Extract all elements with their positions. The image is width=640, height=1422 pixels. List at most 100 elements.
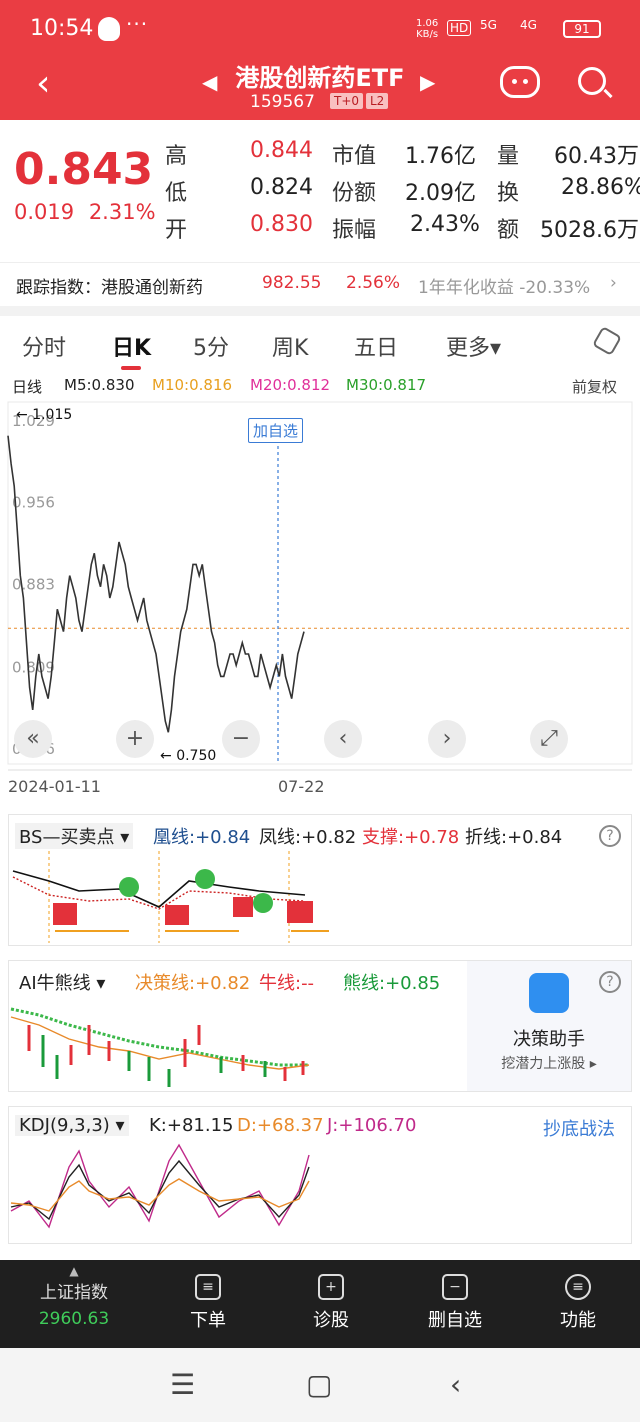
top-bar: 10:54 ··· 1.06 KB/s HD 5G 4G 91 ‹ ◀ 港股创新药…	[0, 0, 640, 120]
volume-value: 60.43万	[554, 144, 639, 169]
ma30-value: M30:0.817	[346, 376, 427, 394]
decision-assistant-title: 决策助手	[513, 1029, 585, 1050]
amount-value: 5028.6万	[540, 218, 639, 243]
market-cap-value: 1.76亿	[405, 144, 476, 169]
bs-line-4: 折线:+0.84	[465, 827, 563, 848]
ma-legend: 日线 M5:0.830 M10:0.816 M20:0.812 M30:0.81…	[0, 374, 640, 398]
function-button[interactable]: ≡ 功能	[528, 1274, 628, 1332]
tracking-value: 982.55	[262, 273, 322, 293]
quote-panel: 0.843 0.019 2.31% 高 0.844 市值 1.76亿 量 60.…	[0, 120, 640, 260]
remove-icon: −	[442, 1274, 468, 1300]
current-price: 0.843	[14, 144, 154, 195]
nav-home-icon[interactable]: ▢	[306, 1368, 332, 1401]
index-ticker[interactable]: ▲ 上证指数 2960.63	[24, 1264, 124, 1329]
zoom-out-fast-icon[interactable]: «	[14, 720, 52, 758]
next-stock-icon[interactable]: ▶	[420, 70, 435, 94]
tab-five-day[interactable]: 五日	[354, 330, 398, 362]
high-marker: ← 1.015	[16, 407, 72, 423]
diagnose-button[interactable]: + 诊股	[281, 1274, 381, 1332]
system-nav-bar: ☰ ▢ ‹	[0, 1348, 640, 1422]
turnover-label: 换	[497, 181, 520, 206]
zoom-in-icon[interactable]: +	[116, 720, 154, 758]
tab-weekly-k[interactable]: 周K	[272, 330, 308, 362]
shares-label: 份额	[332, 181, 377, 206]
price-change: 0.019 2.31%	[14, 200, 156, 224]
bs-line-1: 凰线:+0.84	[153, 827, 251, 848]
y-tick-label: 0.956	[12, 494, 55, 512]
more-dots: ···	[126, 12, 149, 36]
amount-label: 额	[497, 218, 520, 243]
remove-watchlist-button[interactable]: − 删自选	[405, 1274, 505, 1332]
x-mark-label: 07-22	[278, 777, 325, 796]
nav-back-icon[interactable]: ‹	[450, 1368, 461, 1401]
kdj-j-value: J:+106.70	[327, 1115, 417, 1136]
decision-assistant-card[interactable]: 决策助手 挖潜力上涨股 ▸ ?	[467, 961, 631, 1091]
ai-bull-bear-panel: AI牛熊线 ▾ 决策线:+0.82 牛线:-- 熊线:+0.85 决策助手 挖潜…	[8, 960, 632, 1092]
section-divider	[0, 306, 640, 316]
market-cap-label: 市值	[332, 144, 377, 169]
bs-indicator-select[interactable]: BS—买卖点 ▾	[15, 823, 134, 849]
bs-signal-chart	[12, 851, 329, 943]
bs-line-2: 凤线:+0.82	[259, 827, 357, 848]
ma-type: 日线	[12, 378, 43, 396]
kdj-indicator-select[interactable]: KDJ(9,3,3) ▾	[15, 1115, 129, 1136]
signal-4g-icon: 4G	[520, 18, 537, 32]
y-tick-label: 0.883	[12, 575, 55, 593]
fullscreen-icon[interactable]: ⤢	[530, 720, 568, 758]
ma10-value: M10:0.816	[152, 376, 233, 394]
bottom-fishing-link[interactable]: 抄底战法	[543, 1115, 615, 1141]
add-to-watchlist-tag[interactable]: 加自选	[248, 418, 304, 443]
low-marker: ← 0.750	[160, 748, 216, 764]
bottom-toolbar: ▲ 上证指数 2960.63 ≡ 下单 + 诊股 − 删自选 ≡ 功能	[0, 1260, 640, 1348]
ma20-value: M20:0.812	[250, 376, 331, 394]
nav-menu-icon[interactable]: ☰	[170, 1368, 195, 1401]
scroll-left-icon[interactable]: ‹	[324, 720, 362, 758]
index-value: 2960.63	[38, 1309, 110, 1329]
tab-daily-k[interactable]: 日K	[112, 330, 151, 362]
ai-indicator-select[interactable]: AI牛熊线 ▾	[19, 969, 105, 995]
ai-decision-line: 决策线:+0.82	[135, 973, 251, 994]
open-value: 0.830	[250, 212, 313, 237]
hd-badge: HD	[447, 20, 472, 36]
settings-icon[interactable]	[591, 325, 623, 357]
high-value: 0.844	[250, 138, 313, 163]
low-label: 低	[165, 181, 188, 206]
signal-5g-icon: 5G	[480, 18, 497, 32]
decision-assistant-icon	[529, 973, 569, 1013]
battery-icon: 91	[563, 20, 601, 38]
menu-icon: ≡	[565, 1274, 591, 1300]
page-title: 港股创新药ETF	[235, 64, 405, 92]
tracking-index-row[interactable]: 跟踪指数：港股通创新药 982.55 2.56% 1年年化收益 -20.33% …	[0, 262, 640, 302]
annual-return: 1年年化收益 -20.33%	[418, 278, 591, 298]
active-tab-indicator	[121, 366, 141, 370]
bs-line-3: 支撑:+0.78	[362, 827, 460, 848]
low-value: 0.824	[250, 175, 313, 200]
kdj-k-value: K:+81.15	[149, 1115, 234, 1136]
tracking-label: 跟踪指数：港股通创新药	[16, 278, 203, 298]
kline-chart[interactable]: 1.0290.9560.8830.8090.736 ← 1.015 ← 0.75…	[0, 400, 640, 810]
robot-assistant-icon[interactable]	[500, 66, 540, 98]
high-label: 高	[165, 144, 188, 169]
price-adjust-toggle[interactable]: 前复权	[572, 376, 617, 397]
diagnose-icon: +	[318, 1274, 344, 1300]
order-icon: ≡	[195, 1274, 221, 1300]
tab-timeshare[interactable]: 分时	[22, 330, 66, 362]
tab-more[interactable]: 更多▾	[446, 330, 501, 362]
index-name: 上证指数	[40, 1283, 108, 1303]
ma5-value: M5:0.830	[64, 376, 135, 394]
kdj-panel: KDJ(9,3,3) ▾ K:+81.15 D:+68.37 J:+106.70…	[8, 1106, 632, 1244]
kdj-line-chart	[10, 1143, 310, 1229]
ai-bull-line: 牛线:--	[259, 973, 315, 994]
search-icon[interactable]	[578, 67, 606, 95]
status-bar: 10:54 ··· 1.06 KB/s HD 5G 4G 91	[0, 0, 640, 60]
scroll-right-icon[interactable]: ›	[428, 720, 466, 758]
tracking-pct: 2.56%	[346, 273, 401, 293]
tab-5min[interactable]: 5分	[193, 330, 229, 362]
open-label: 开	[165, 218, 188, 243]
order-button[interactable]: ≡ 下单	[158, 1274, 258, 1332]
ai-help-icon[interactable]: ?	[599, 971, 621, 993]
chevron-right-icon: ›	[610, 273, 617, 293]
zoom-out-icon[interactable]: −	[222, 720, 260, 758]
t0-badge: T+0	[330, 93, 364, 109]
bs-help-icon[interactable]: ?	[599, 825, 621, 847]
